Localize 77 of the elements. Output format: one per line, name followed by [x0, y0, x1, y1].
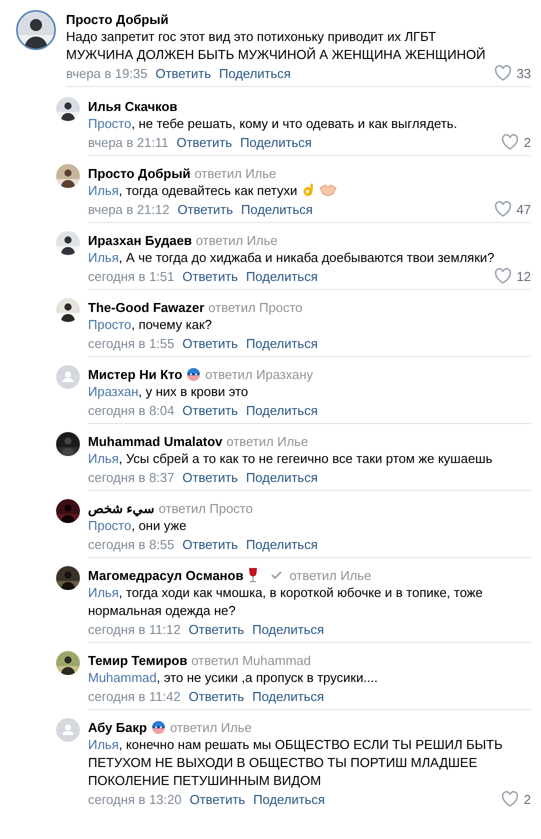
comment-text: Надо запретит гос этот вид это потихоньку приводит их ЛГБТ МУЖЧИНА ДОЛЖЕН БЫТЬ МУЖЧИНОЙ А ЖЕНЩИНА ЖЕНЩИНОЙ — [66, 28, 486, 64]
comment-text: Илья, тогда ходи как чмошка, в короткой юбочке и в топике, тоже нормальная одежда не? — [88, 584, 484, 620]
comment-time: сегодня в 13:20 — [88, 792, 182, 806]
reply-to-label: ответил Илье — [226, 434, 308, 448]
share-link[interactable]: Поделиться — [241, 202, 313, 216]
author-name[interactable]: Просто Добрый — [88, 166, 190, 180]
reply-to-label: ответил Илье — [196, 232, 278, 248]
author-name[interactable]: Темир Темиров — [88, 652, 188, 668]
comment-time: вчера в 21:12 — [88, 202, 170, 216]
comment-text: Илья, А че тогда до хиджаба и никаба доебываются твои земляки? — [88, 249, 496, 267]
author-name[interactable]: Muhammad Umalatov — [88, 434, 222, 448]
mention-link[interactable]: Илья — [88, 250, 119, 265]
reply-to-label: ответил Muhammad — [191, 652, 311, 668]
mention-link[interactable]: Илья — [88, 585, 119, 600]
reply-link[interactable]: Ответить — [177, 202, 234, 216]
author-name[interactable]: Илья Скачков — [88, 98, 178, 114]
mention-link[interactable]: Илья — [88, 737, 119, 752]
comment-time: сегодня в 11:12 — [88, 622, 181, 636]
comment-text: Илья, конечно нам решать мы ОБЩЕСТВО ЕСЛИ ТЫ РЕШИЛ БЫТЬ ПЕТУХОМ НЕ ВЫХОДИ В ОБЩЕСТВО ТЫ ПОРТИШ МЛАДШЕЕ ПОКОЛЕНИЕ ПЕТУШИННЫМ ВИДОМ — [88, 736, 504, 790]
comment-time: сегодня в 1:55 — [88, 336, 174, 350]
share-link[interactable]: Поделиться — [246, 402, 318, 418]
mention-link[interactable]: Muhammad — [88, 670, 157, 685]
mention-link[interactable]: Иразхан — [88, 384, 138, 399]
reply-link[interactable]: Ответить — [182, 402, 238, 418]
mention-link[interactable]: Просто — [88, 317, 132, 332]
comment-text: Илья, Усы сбрей а то как то не гегеично все таки ртом же кушаешь — [88, 450, 494, 468]
share-link[interactable]: Поделиться — [240, 134, 312, 150]
share-link[interactable]: Поделиться — [246, 268, 318, 284]
share-link[interactable]: Поделиться — [252, 622, 324, 636]
mention-link[interactable]: Просто — [88, 518, 132, 533]
comment-time: сегодня в 8:55 — [88, 536, 174, 552]
reply-to-label: ответил Иразхану — [205, 366, 314, 382]
share-link[interactable]: Поделиться — [246, 536, 318, 552]
comment-time: сегодня в 8:04 — [88, 402, 174, 418]
reply-link[interactable]: Ответить — [176, 134, 232, 150]
reply-to-label: ответил Просто — [208, 300, 303, 314]
share-link[interactable]: Поделиться — [253, 792, 325, 806]
reply-link[interactable]: Ответить — [182, 336, 238, 350]
reply-link[interactable]: Ответить — [155, 66, 212, 80]
comment-text: Иразхан, у них в крови это — [88, 383, 250, 401]
reply-link[interactable]: Ответить — [182, 470, 238, 484]
share-link[interactable]: Поделиться — [252, 688, 324, 704]
comment-time: вчера в 21:11 — [88, 134, 168, 150]
comment-text: Просто, не тебе решать, кому и что одевать и как выглядеть. — [88, 115, 458, 133]
share-link[interactable]: Поделиться — [246, 336, 318, 350]
comment-text: Просто, они уже — [88, 517, 188, 535]
mention-link[interactable]: Илья — [88, 183, 119, 198]
mention-link[interactable]: Илья — [88, 451, 119, 466]
reply-to-label: ответил Илье — [170, 720, 252, 734]
comment-text: Илья, тогда одевайтесь как петухи — [88, 182, 531, 200]
author-name[interactable]: The-Good Fawazer — [88, 300, 204, 314]
like-button[interactable]: 12 — [494, 268, 531, 284]
reply-to-label: ответил Илье — [289, 568, 372, 582]
reply-link[interactable]: Ответить — [188, 622, 244, 636]
author-name[interactable]: Мистер Ни Кто — [88, 366, 182, 382]
reply-link[interactable]: Ответить — [182, 268, 238, 284]
reply-link[interactable]: Ответить — [188, 688, 244, 704]
author-name[interactable]: Иразхан Будаев — [88, 232, 192, 248]
mention-link[interactable]: Просто — [88, 116, 132, 131]
share-link[interactable]: Поделиться — [219, 66, 291, 80]
share-link[interactable]: Поделиться — [246, 470, 318, 484]
like-button[interactable]: 47 — [494, 201, 531, 217]
reply-link[interactable]: Ответить — [190, 792, 246, 806]
comment-text: Muhammad, это не усики ,а пропуск в трусики.... — [88, 669, 379, 687]
comment-time: сегодня в 1:51 — [88, 268, 174, 284]
reply-to-label: ответил Просто — [158, 500, 253, 516]
comment-time: сегодня в 8:37 — [88, 470, 174, 484]
author-name[interactable]: Магомедрасул Османов — [88, 568, 244, 582]
author-name[interactable]: Просто Добрый — [66, 12, 168, 26]
comment-time: сегодня в 11:42 — [88, 688, 181, 704]
reply-link[interactable]: Ответить — [182, 536, 238, 552]
comment-text: Просто, почему как? — [88, 316, 213, 334]
author-name[interactable]: سيء شخص — [88, 500, 155, 516]
author-name[interactable]: Абу Бакр — [88, 720, 147, 734]
like-button[interactable]: 33 — [494, 65, 531, 81]
reply-to-label: ответил Илье — [194, 166, 276, 180]
comment-time: вчера в 19:35 — [66, 66, 148, 80]
